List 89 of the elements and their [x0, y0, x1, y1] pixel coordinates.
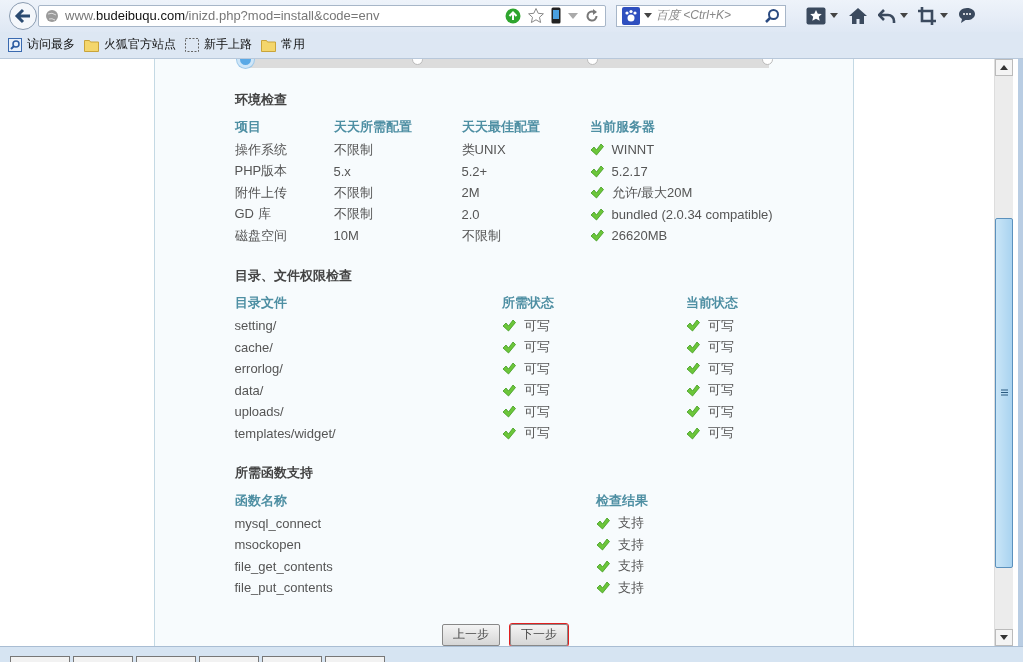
table-cell: templates/widget/ [234, 425, 336, 441]
crop-icon[interactable] [918, 6, 936, 25]
address-bar[interactable]: www.budeibuqu.com/inizd.php?mod=install&code=env [38, 4, 606, 27]
magnifier-page-icon [8, 37, 22, 52]
table-cell: 可写 [523, 338, 550, 357]
table-cell: 可写 [523, 359, 550, 378]
table-cell: bundled (2.0.34 compatible) [611, 206, 773, 222]
column-header: 天天所需配置 [333, 118, 413, 137]
home-icon[interactable] [848, 6, 868, 25]
column-header: 天天最佳配置 [461, 118, 541, 137]
table-cell: GD 库 [234, 205, 271, 224]
scrollbar-thumb[interactable] [995, 217, 1013, 568]
table-cell: uploads/ [234, 404, 284, 420]
caret-icon[interactable] [830, 12, 838, 19]
speech-bubble-icon[interactable] [958, 7, 976, 25]
step-button[interactable]: 上一步 [441, 623, 500, 646]
folder-icon [84, 37, 99, 52]
table-cell: file_put_contents [234, 580, 333, 596]
section-title: 所需函数支持 [234, 464, 314, 483]
globe-icon [45, 8, 59, 23]
reload-icon[interactable] [585, 8, 599, 23]
search-placeholder: 百度 <Ctrl+K> [656, 7, 733, 25]
column-header: 项目 [234, 118, 262, 137]
table-cell: 可写 [707, 381, 734, 400]
caret-icon[interactable] [900, 12, 908, 19]
caret-icon[interactable] [940, 12, 948, 19]
column-header: 所需状态 [501, 294, 555, 313]
bookmark-item[interactable]: 火狐官方站点 [84, 36, 176, 54]
table-cell: 允许/最大20M [611, 183, 693, 202]
column-header: 当前状态 [685, 294, 739, 313]
table-cell: 不限制 [461, 226, 501, 245]
paw-icon[interactable] [622, 6, 640, 25]
table-cell: 不限制 [333, 183, 373, 202]
table-cell: file_get_contents [234, 558, 333, 574]
table-cell: 不限制 [333, 205, 373, 224]
table-cell: mysql_connect [234, 515, 322, 531]
table-cell: 支持 [617, 514, 644, 533]
table-cell: 可写 [523, 424, 550, 443]
table-cell: 可写 [707, 359, 734, 378]
table-cell: 可写 [707, 316, 734, 335]
table-cell: 磁盘空间 [234, 226, 287, 245]
column-header: 当前服务器 [589, 118, 656, 137]
column-header: 目录文件 [234, 294, 288, 313]
scrollbar[interactable] [994, 58, 1013, 647]
search-icon[interactable] [764, 7, 780, 24]
table-cell: 10M [333, 228, 359, 244]
table-cell: 类UNIX [461, 140, 506, 159]
column-header: 检查结果 [595, 491, 649, 510]
bookmark-item[interactable]: 新手上路 [185, 36, 252, 54]
table-cell: 5.2.17 [611, 163, 648, 179]
table-cell: data/ [234, 382, 264, 398]
table-cell: 5.2+ [461, 163, 488, 179]
scroll-down-icon[interactable] [995, 629, 1013, 647]
table-cell: 不限制 [333, 140, 373, 159]
search-field[interactable]: 百度 <Ctrl+K> [616, 4, 786, 27]
table-cell: WINNT [611, 142, 655, 158]
table-cell: 可写 [523, 381, 550, 400]
table-cell: 2M [461, 185, 480, 201]
table-cell: 2.0 [461, 206, 480, 222]
url-text: www.budeibuqu.com/inizd.php?mod=install&code=env [65, 8, 381, 24]
table-cell: 操作系统 [234, 140, 287, 159]
dashed-page-icon [185, 37, 199, 52]
table-cell: 附件上传 [234, 183, 287, 202]
folder-icon [261, 37, 276, 52]
section-title: 环境检查 [234, 90, 288, 109]
undo-arrow-icon[interactable] [878, 6, 896, 25]
table-cell: 可写 [523, 316, 550, 335]
table-cell: setting/ [234, 318, 277, 334]
table-cell: errorlog/ [234, 361, 283, 377]
bookmark-item[interactable]: 访问最多 [8, 36, 75, 54]
table-cell: 支持 [617, 579, 644, 597]
caret-icon[interactable] [644, 12, 652, 19]
table-cell: 可写 [707, 424, 734, 443]
table-cell: cache/ [234, 339, 273, 355]
section-title: 目录、文件权限检查 [234, 266, 353, 285]
table-cell: 支持 [617, 557, 644, 576]
column-header: 函数名称 [234, 491, 288, 510]
table-cell: 可写 [707, 338, 734, 357]
table-cell: msockopen [234, 537, 301, 553]
table-cell: 5.x [333, 163, 351, 179]
phone-icon[interactable] [551, 7, 561, 25]
table-cell: PHP版本 [234, 162, 288, 181]
star-icon[interactable] [527, 6, 545, 25]
table-cell: 支持 [617, 535, 644, 554]
bookmark-item[interactable]: 常用 [261, 36, 305, 54]
step-button[interactable]: 下一步 [509, 623, 568, 646]
table-cell: 可写 [707, 402, 734, 421]
table-cell: 可写 [523, 402, 550, 421]
table-cell: 26620MB [611, 228, 668, 244]
